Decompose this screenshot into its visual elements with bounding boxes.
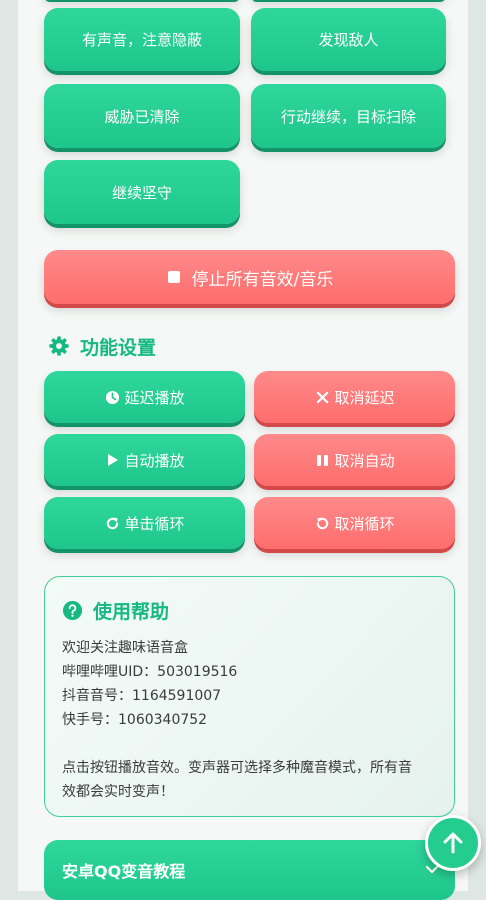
- undo-icon: [314, 515, 330, 531]
- delay-play-button[interactable]: 延迟播放: [44, 371, 245, 423]
- click-loop-label: 单击循环: [124, 514, 185, 533]
- question-circle-icon: [62, 600, 83, 621]
- help-line: 欢迎关注趣味语音盒: [62, 640, 188, 656]
- qq-voice-tutorial-accordion[interactable]: 安卓QQ变音教程: [44, 840, 455, 900]
- delay-play-label: 延迟播放: [124, 388, 185, 407]
- help-line: 抖音音号：1164591007: [62, 688, 222, 704]
- help-title-row: 使用帮助: [62, 597, 169, 623]
- sound-button-label: 威胁已清除: [104, 107, 180, 126]
- sound-button-clear[interactable]: 威胁已清除: [44, 84, 240, 148]
- auto-play-button[interactable]: 自动播放: [44, 434, 245, 486]
- sound-button-sweep[interactable]: 行动继续，目标扫除: [251, 84, 446, 148]
- help-title: 使用帮助: [93, 600, 170, 623]
- help-line: 效都会实时变声！: [62, 784, 174, 800]
- cancel-delay-button[interactable]: 取消延迟: [254, 371, 455, 423]
- cancel-auto-button[interactable]: 取消自动: [254, 434, 455, 486]
- click-loop-button[interactable]: 单击循环: [44, 497, 245, 549]
- help-line: 哔哩哔哩UID：503019516: [62, 664, 238, 680]
- play-icon: [104, 452, 120, 468]
- help-line: 快手号：1060340752: [62, 712, 208, 728]
- sound-button-label: 继续坚守: [111, 183, 172, 202]
- help-line: [62, 732, 442, 756]
- cancel-auto-label: 取消自动: [334, 451, 395, 470]
- sound-button-label: 发现敌人: [318, 31, 379, 49]
- redo-icon: [104, 515, 120, 531]
- settings-section-title: 功能设置: [48, 332, 156, 360]
- sound-button-hide[interactable]: 有声音，注意隐蔽: [44, 8, 240, 71]
- stop-all-button[interactable]: 停止所有音效/音乐: [44, 250, 455, 304]
- cancel-loop-button[interactable]: 取消循环: [254, 497, 455, 549]
- sound-button-label: 有声音，注意隐蔽: [81, 31, 202, 49]
- help-text: 欢迎关注趣味语音盒 哔哩哔哩UID：503019516 抖音音号：1164591…: [62, 636, 442, 804]
- help-line: 点击按钮播放音效。变声器可选择多种魔音模式，所有音: [62, 760, 412, 776]
- close-icon: [314, 389, 330, 405]
- clock-icon: [104, 389, 120, 405]
- sound-button-label: 行动继续，目标扫除: [280, 107, 416, 126]
- arrow-up-icon: [442, 831, 464, 855]
- auto-play-label: 自动播放: [124, 451, 185, 470]
- cancel-delay-label: 取消延迟: [334, 388, 395, 407]
- stop-icon: [166, 269, 182, 285]
- pause-icon: [314, 452, 330, 468]
- sound-button-enemy[interactable]: 发现敌人: [251, 8, 446, 71]
- gear-icon: [48, 335, 70, 357]
- back-to-top-button[interactable]: [425, 815, 481, 871]
- sound-button-hold[interactable]: 继续坚守: [44, 160, 240, 224]
- stop-all-label: 停止所有音效/音乐: [191, 269, 334, 290]
- cancel-loop-label: 取消循环: [334, 514, 395, 533]
- accordion-title: 安卓QQ变音教程: [62, 862, 186, 881]
- help-card: 使用帮助 欢迎关注趣味语音盒 哔哩哔哩UID：503019516 抖音音号：11…: [44, 576, 455, 817]
- settings-title: 功能设置: [80, 336, 157, 359]
